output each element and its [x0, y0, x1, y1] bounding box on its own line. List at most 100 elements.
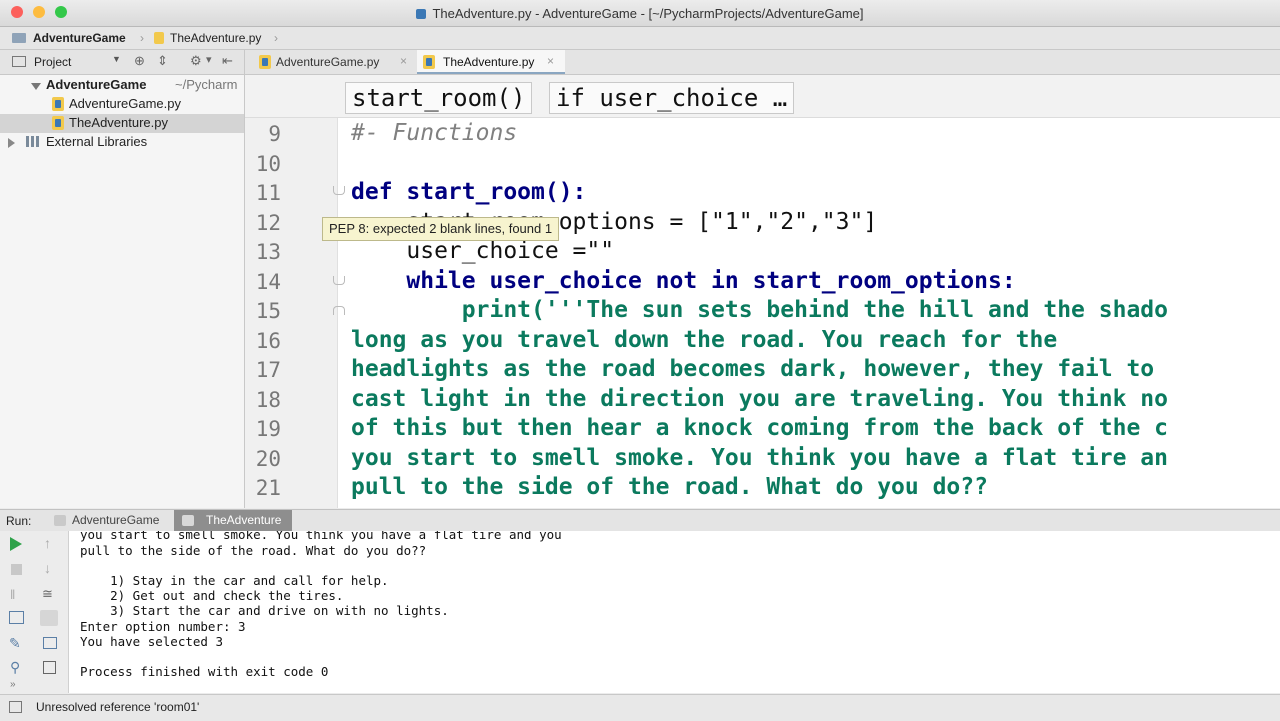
console-line: you start to smell smoke. You think you …	[80, 531, 562, 542]
run-toolbar: ↑ ↓ ‖ ≅ ✎ ⚲ »	[0, 531, 69, 693]
line-number: 14	[255, 270, 281, 294]
line-number: 11	[255, 181, 281, 205]
python-run-icon	[54, 515, 66, 526]
close-tab-icon[interactable]: ×	[547, 54, 554, 68]
expand-arrow-icon[interactable]	[31, 83, 41, 90]
trash-icon[interactable]	[43, 661, 56, 674]
pin-icon[interactable]: ⚲	[10, 659, 26, 675]
code-line[interactable]: long as you travel down the road. You re…	[351, 327, 1057, 353]
gear-icon[interactable]: ⚙	[190, 53, 202, 69]
tree-item-theadventure-py[interactable]: TheAdventure.py	[0, 114, 244, 133]
more-icon[interactable]: »	[10, 679, 26, 695]
soft-wrap-icon[interactable]: ≅	[42, 586, 58, 602]
breadcrumb-function[interactable]: start_room()	[345, 82, 533, 114]
dropdown-arrow-icon[interactable]: ▼	[112, 54, 121, 64]
chevron-right-icon: ›	[140, 31, 144, 45]
tool-windows-icon[interactable]	[9, 701, 22, 713]
line-number: 21	[255, 476, 281, 500]
line-number: 10	[255, 152, 281, 176]
python-run-icon	[182, 515, 194, 526]
code-breadcrumb: start_room() if user_choice …	[245, 75, 1280, 118]
line-number: 19	[255, 417, 281, 441]
nav-crumb-project[interactable]: AdventureGame	[33, 31, 126, 45]
line-number: 18	[255, 388, 281, 412]
line-number: 9	[268, 122, 281, 146]
status-bar: Unresolved reference 'room01'	[0, 694, 1280, 721]
nav-crumb-file[interactable]: TheAdventure.py	[170, 31, 261, 45]
code-line[interactable]: of this but then hear a knock coming fro…	[351, 415, 1168, 441]
python-file-icon	[154, 31, 164, 45]
navigation-bar: AdventureGame › TheAdventure.py ›	[0, 27, 1280, 50]
tree-item-adventuregame-py[interactable]: AdventureGame.py	[0, 95, 244, 114]
line-number: 20	[255, 447, 281, 471]
fold-marker-icon[interactable]	[333, 306, 345, 315]
console-line: 2) Get out and check the tires.	[80, 588, 344, 603]
pause-icon[interactable]: ‖	[10, 587, 26, 603]
run-label: Run:	[6, 514, 32, 528]
line-number: 16	[255, 329, 281, 353]
project-view-icon	[12, 56, 26, 67]
tab-adventuregame-py[interactable]: AdventureGame.py ×	[255, 50, 413, 74]
stop-icon[interactable]	[11, 564, 22, 575]
line-number: 13	[255, 240, 281, 264]
line-number-gutter: 9 10 11 12 13 14 15 16 17 18 19 20 21	[245, 118, 345, 508]
tree-item-label: AdventureGame	[46, 77, 147, 92]
collapse-all-icon[interactable]: ⇕	[157, 53, 168, 69]
console-line: You have selected 3	[80, 634, 223, 649]
library-icon	[26, 136, 41, 147]
tree-item-path: ~/Pycharm	[175, 77, 238, 92]
window-title-bar: TheAdventure.py - AdventureGame - [~/Pyc…	[0, 0, 1280, 27]
dropdown-arrow-icon[interactable]: ▾	[206, 53, 212, 66]
line-number: 15	[255, 299, 281, 323]
editor-tab-bar: AdventureGame.py × TheAdventure.py ×	[245, 50, 1280, 75]
breadcrumb-if-statement[interactable]: if user_choice …	[549, 82, 795, 114]
code-line[interactable]: def start_room():	[351, 179, 586, 205]
run-tab-adventuregame[interactable]: AdventureGame	[46, 510, 170, 531]
dump-threads-icon[interactable]	[9, 611, 24, 624]
window-title: TheAdventure.py - AdventureGame - [~/Pyc…	[0, 6, 1280, 21]
project-view-selector[interactable]: Project	[34, 55, 71, 69]
chevron-right-icon: ›	[274, 31, 278, 45]
arrow-down-icon[interactable]: ↓	[44, 560, 60, 576]
console-line: pull to the side of the road. What do yo…	[80, 543, 427, 558]
code-line[interactable]: you start to smell smoke. You think you …	[351, 445, 1168, 471]
project-panel-header: Project ▼ ⊕ ⇕ ⚙ ▾ ⇤	[0, 50, 244, 75]
code-line[interactable]: print('''The sun sets behind the hill an…	[351, 297, 1168, 323]
tab-theadventure-py[interactable]: TheAdventure.py ×	[417, 50, 565, 74]
tree-item-external-libraries[interactable]: External Libraries	[0, 133, 244, 152]
arrow-up-icon[interactable]: ↑	[44, 535, 60, 551]
tab-label: AdventureGame.py	[276, 55, 380, 69]
code-editor[interactable]: 9 10 11 12 13 14 15 16 17 18 19 20 21 #-…	[245, 118, 1280, 508]
close-tab-icon[interactable]: ×	[400, 54, 407, 68]
console-line: 1) Stay in the car and call for help.	[80, 573, 389, 588]
tree-item-label: External Libraries	[46, 134, 148, 149]
run-panel-header: Run: AdventureGame TheAdventure	[0, 509, 1280, 532]
sync-icon[interactable]: ⊕	[134, 53, 145, 69]
python-file-icon	[416, 9, 427, 19]
expand-arrow-icon[interactable]	[8, 138, 15, 148]
code-line[interactable]: user_choice =""	[351, 238, 614, 264]
code-line[interactable]: while user_choice not in start_room_opti…	[351, 268, 1015, 294]
line-number: 12	[255, 211, 281, 235]
code-line[interactable]: headlights as the road becomes dark, how…	[351, 356, 1154, 382]
scroll-to-end-icon[interactable]	[40, 610, 58, 626]
code-line[interactable]: cast light in the direction you are trav…	[351, 386, 1168, 412]
project-panel: Project ▼ ⊕ ⇕ ⚙ ▾ ⇤ AdventureGame ~/Pych…	[0, 50, 245, 508]
python-file-icon	[423, 55, 435, 69]
code-line[interactable]: pull to the side of the road. What do yo…	[351, 474, 988, 500]
fold-marker-icon[interactable]	[333, 186, 345, 195]
settings-icon[interactable]: ✎	[9, 635, 25, 651]
fold-marker-icon[interactable]	[333, 276, 345, 285]
line-number: 17	[255, 358, 281, 382]
run-tab-label: AdventureGame	[72, 513, 160, 527]
code-line[interactable]: #- Functions	[351, 120, 517, 146]
run-tab-theadventure[interactable]: TheAdventure	[174, 510, 292, 531]
python-file-icon	[52, 116, 64, 130]
hide-panel-icon[interactable]: ⇤	[222, 53, 233, 69]
tab-label: TheAdventure.py	[443, 55, 535, 69]
print-icon[interactable]	[43, 637, 57, 649]
run-console[interactable]: you start to smell smoke. You think you …	[69, 531, 1280, 693]
rerun-icon[interactable]	[10, 537, 22, 551]
tree-item-label: TheAdventure.py	[69, 115, 169, 130]
tree-item-adventuregame-folder[interactable]: AdventureGame ~/Pycharm	[0, 76, 244, 95]
